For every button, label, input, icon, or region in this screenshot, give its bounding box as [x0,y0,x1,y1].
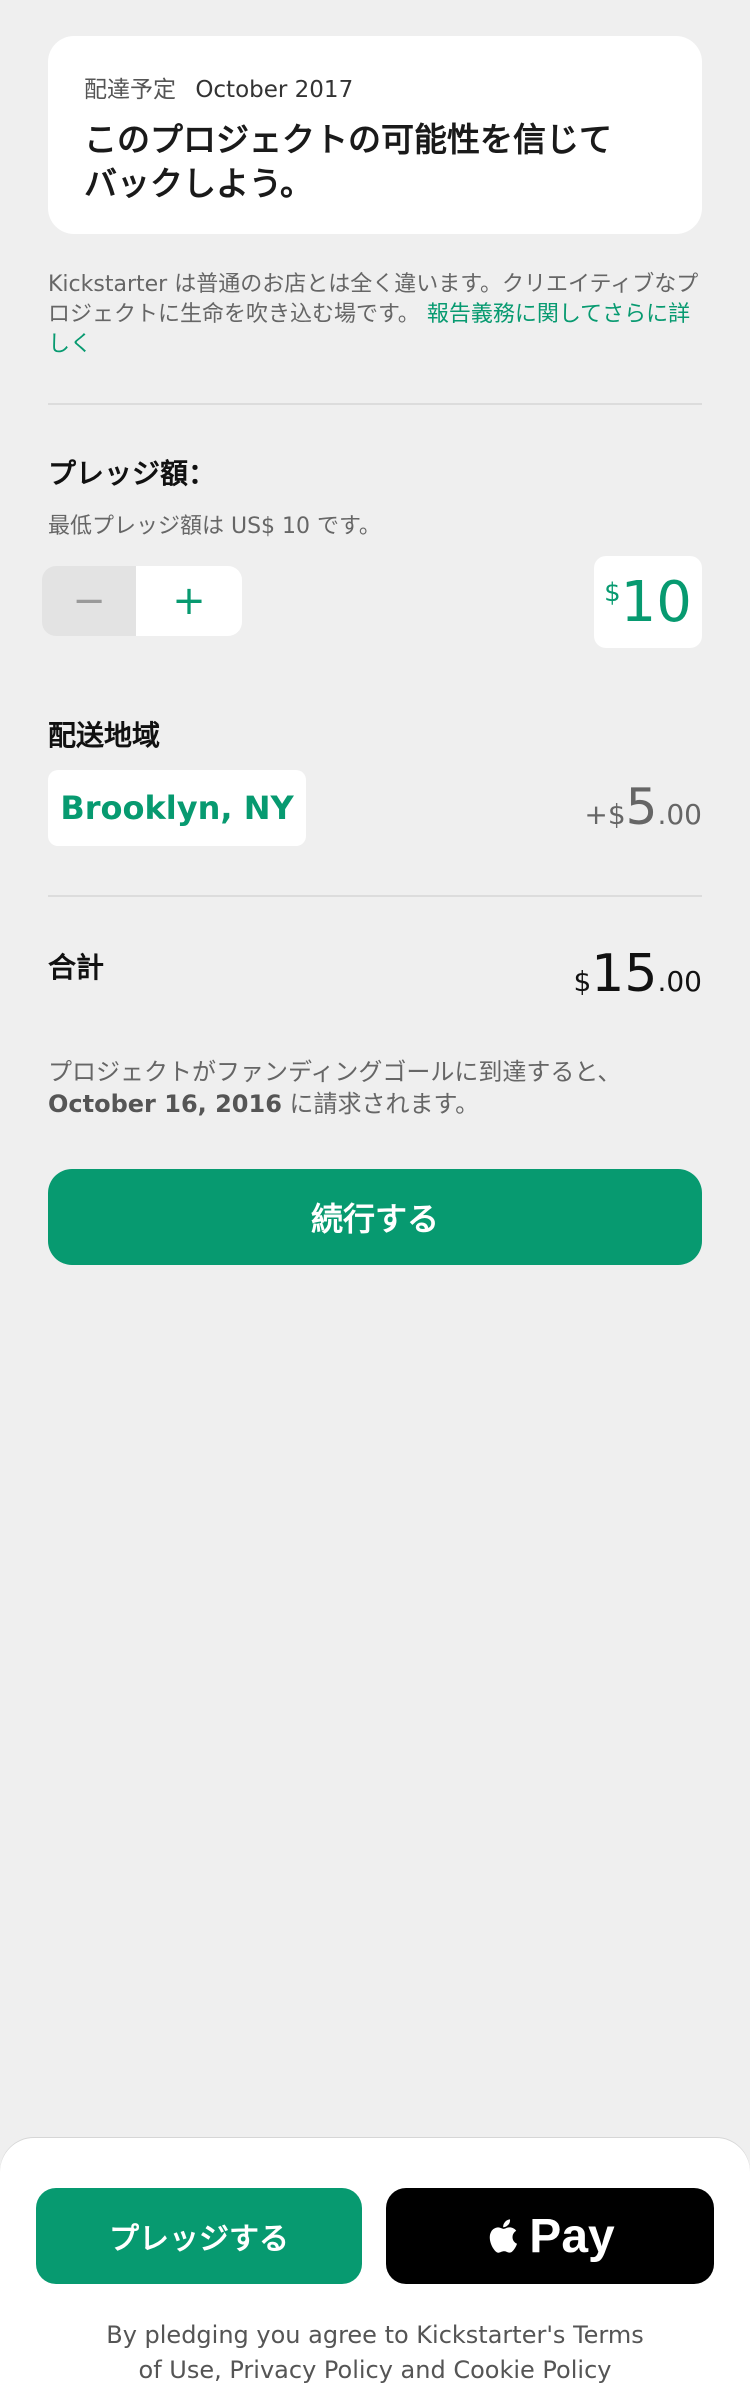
increase-button[interactable]: + [136,566,242,636]
divider [48,403,702,405]
shipping-label: 配送地域 [48,719,161,752]
pledge-button[interactable]: プレッジする [36,2188,362,2284]
total-price-cents: .00 [657,965,702,998]
total-price: $ 15 .00 [573,944,702,1004]
terms-line-1: By pledging you agree to Kickstarter's T… [106,2321,644,2349]
continue-button[interactable]: 続行する [48,1169,702,1265]
shipping-price-prefix: +$ [584,798,626,831]
charge-date: October 16, 2016 [48,1090,282,1118]
total-price-main: 15 [591,944,658,1004]
delivery-label: 配達予定 [84,77,176,103]
apple-pay-label: Pay [529,2209,615,2263]
decrease-button[interactable]: − [42,566,136,636]
terms-text: By pledging you agree to Kickstarter's T… [60,2318,690,2388]
shipping-price: +$ 5 .00 [584,778,702,836]
reward-card: 配達予定 October 2017 このプロジェクトの可能性を信じて バックしよ… [48,36,702,234]
card-title-line-2: バックしよう。 [84,164,314,203]
minimum-pledge-text: 最低プレッジ額は US$ 10 です。 [48,514,381,539]
pledge-amount-value: 10 [620,570,692,635]
terms-line-2: of Use, Privacy Policy and Cookie Policy [138,2356,612,2384]
pledge-stepper: − + [42,566,242,636]
shipping-price-main: 5 [625,778,658,836]
apple-logo-icon [490,2219,518,2253]
intro-text: Kickstarter は普通のお店とは全く違います。クリエイティブなプロジェク… [48,270,702,360]
shipping-price-cents: .00 [657,798,702,831]
card-title: このプロジェクトの可能性を信じて バックしよう。 [84,118,666,206]
shipping-location-button[interactable]: Brooklyn, NY [48,770,306,846]
delivery-line: 配達予定 October 2017 [84,70,666,104]
bottom-sheet: プレッジする Pay By pledging you agree to Kick… [0,2138,750,2400]
charge-line-2: October 16, 2016 に請求されます。 [48,1088,702,1120]
pledge-amount-input[interactable]: $ 10 [594,556,702,648]
charge-notice: プロジェクトがファンディングゴールに到達すると、 October 16, 201… [48,1056,702,1120]
total-currency: $ [573,965,592,998]
card-title-line-1: このプロジェクトの可能性を信じて [84,120,612,159]
apple-pay-button[interactable]: Pay [386,2188,714,2284]
divider [48,895,702,897]
pledge-amount-label: プレッジ額： [48,457,217,490]
total-label: 合計 [48,951,105,984]
pledge-currency: $ [604,578,621,608]
charge-line-1: プロジェクトがファンディングゴールに到達すると、 [48,1058,622,1086]
charge-suffix: に請求されます。 [281,1090,480,1118]
delivery-date: October 2017 [195,77,354,103]
